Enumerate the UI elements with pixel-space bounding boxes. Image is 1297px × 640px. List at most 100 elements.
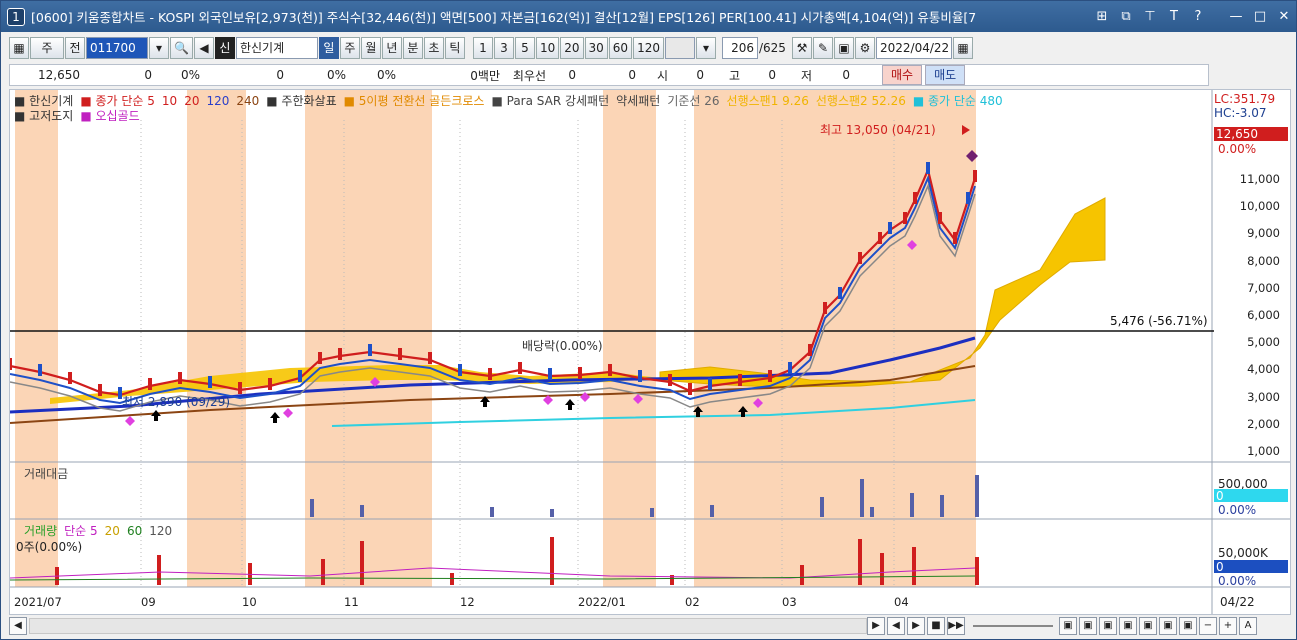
sell-button[interactable]: 매도 — [925, 65, 966, 85]
panel3-tick: 50,000K — [1218, 546, 1268, 560]
legend1-item-4[interactable]: 120 — [206, 94, 229, 108]
volume-legend-item-2[interactable]: 20 — [105, 524, 120, 538]
minimize-icon[interactable]: — — [1228, 9, 1244, 24]
candle-9 — [268, 378, 272, 390]
candle-31 — [838, 287, 842, 299]
layout-7-icon[interactable]: ▣ — [1179, 616, 1197, 635]
volume-legend-item-3[interactable]: 60 — [127, 524, 142, 538]
legend1-item-1[interactable]: ■ 종가 단순 5 — [80, 94, 155, 108]
time-tick-2: 10 — [242, 595, 257, 609]
tab-minute[interactable]: 분 — [402, 37, 423, 59]
layout-6-icon[interactable]: ▣ — [1159, 616, 1177, 635]
best-ask: 0 — [568, 68, 576, 82]
tab-second[interactable]: 초 — [423, 37, 444, 59]
chart-area[interactable]: ■ 한신기계 ■ 종가 단순 5 10 20 120 240 ■ 주한화살표 ■ 5이평 전환… — [9, 89, 1291, 615]
zoom-out-icon[interactable]: − — [1199, 616, 1217, 635]
candle-28 — [788, 362, 792, 374]
volume-rate: 0% — [326, 68, 346, 82]
settings-gear-icon[interactable]: ⚙ — [854, 37, 875, 59]
legend2-item-1[interactable]: ■ 오십골드 — [80, 109, 139, 123]
high-label: 고 — [728, 68, 740, 83]
price-tick-8: 3,000 — [1247, 389, 1280, 404]
interval-5[interactable]: 5 — [514, 37, 535, 59]
zoom-in-icon[interactable]: + — [1219, 616, 1237, 635]
volume-legend-item-1[interactable]: 단순 5 — [64, 524, 98, 538]
close-icon[interactable]: ✕ — [1276, 9, 1292, 24]
legend1-item-2[interactable]: 10 — [162, 94, 177, 108]
candle-10 — [298, 370, 302, 382]
scroll-right-icon[interactable]: ▶ — [867, 616, 885, 635]
display-count-input[interactable]: 206 — [721, 37, 758, 59]
calendar-icon[interactable]: ▦ — [952, 37, 973, 59]
legend1-item-12[interactable]: 선행스팬2 52.26 — [816, 94, 906, 108]
chart-canvas[interactable] — [10, 90, 1290, 614]
buy-button[interactable]: 매수 — [882, 65, 923, 85]
help-icon[interactable]: ? — [1190, 9, 1206, 24]
fast-forward-icon[interactable]: ▶▶ — [947, 616, 965, 635]
interval-60[interactable]: 60 — [608, 37, 633, 59]
play-icon[interactable]: ▶ — [907, 616, 925, 635]
stop-icon[interactable]: ■ — [927, 616, 945, 635]
sound-icon[interactable]: ◀ — [193, 37, 214, 59]
legend1-item-0[interactable]: ■ 한신기계 — [14, 94, 73, 108]
layout-1-icon[interactable]: ▣ — [1059, 616, 1077, 635]
font-icon[interactable]: T — [1166, 9, 1182, 24]
layout-2-icon[interactable]: ▣ — [1079, 616, 1097, 635]
legend1-item-3[interactable]: 20 — [184, 94, 199, 108]
interval-3[interactable]: 3 — [493, 37, 514, 59]
time-tick-7: 03 — [782, 595, 797, 609]
interval-1[interactable]: 1 — [472, 37, 493, 59]
draw-tool-icon[interactable]: ✎ — [812, 37, 833, 59]
legend1-item-6[interactable]: ■ 주한화살표 — [266, 94, 336, 108]
pin-icon[interactable]: ⊤ — [1142, 9, 1158, 24]
highlight-band-2 — [305, 90, 432, 587]
restore-icon[interactable]: ⧉ — [1118, 9, 1134, 24]
legend1-item-5[interactable]: 240 — [236, 94, 259, 108]
text-size-icon[interactable]: A — [1239, 616, 1257, 635]
legend1-item-10[interactable]: 기준선 26 — [667, 94, 719, 108]
search-icon[interactable]: 🔍 — [170, 37, 193, 59]
layout-4-icon[interactable]: ▣ — [1119, 616, 1137, 635]
zoom-icon[interactable]: ⚒ — [791, 37, 812, 59]
legend1-item-7[interactable]: ■ 5이평 전환선 골든크로스 — [344, 94, 485, 108]
tab-year[interactable]: 년 — [381, 37, 402, 59]
layout-icon[interactable]: ▦ — [9, 37, 29, 59]
interval-120[interactable]: 120 — [633, 37, 664, 59]
custom-interval-input[interactable] — [664, 37, 695, 59]
layout-3-icon[interactable]: ▣ — [1099, 616, 1117, 635]
period-select[interactable]: 주 — [30, 37, 64, 59]
interval-20[interactable]: 20 — [560, 37, 584, 59]
tab-tick[interactable]: 틱 — [444, 37, 465, 59]
chart-window: 1 [0600] 키움종합차트 - KOSPI 외국인보유[2,973(천)] … — [0, 0, 1297, 640]
open-label: 시 — [656, 68, 668, 83]
legend1-item-9[interactable]: 약세패턴 — [616, 94, 660, 108]
volume-legend-item-4[interactable]: 120 — [149, 524, 172, 538]
legend2-item-0[interactable]: ■ 고저도지 — [14, 109, 73, 123]
prev-button[interactable]: 전 — [65, 37, 85, 59]
tab-week[interactable]: 주 — [339, 37, 360, 59]
tab-month[interactable]: 월 — [360, 37, 381, 59]
custom-interval-dropdown-icon[interactable]: ▾ — [695, 37, 716, 59]
stock-code-input[interactable]: 011700 — [86, 37, 148, 59]
interval-10[interactable]: 10 — [535, 37, 560, 59]
legend1-item-11[interactable]: 선행스팬1 9.26 — [727, 94, 809, 108]
legend1-item-8[interactable]: ■ Para SAR 강세패턴 — [491, 94, 609, 108]
grid-icon[interactable]: ⊞ — [1094, 9, 1110, 24]
amount-bar-0 — [310, 499, 314, 517]
candle-1 — [38, 364, 42, 376]
scroll-left-icon[interactable]: ◀ — [9, 616, 27, 635]
maximize-icon[interactable]: □ — [1252, 9, 1268, 24]
legend1-item-13[interactable]: ■ 종가 단순 480 — [913, 94, 1003, 108]
price-tick-5: 6,000 — [1247, 308, 1280, 322]
horizontal-scrollbar[interactable] — [29, 617, 867, 634]
date-input[interactable]: 2022/04/22 — [875, 37, 952, 59]
tab-day[interactable]: 일 — [318, 37, 339, 59]
volume-legend-item-0[interactable]: 거래량 — [24, 524, 57, 538]
interval-30[interactable]: 30 — [584, 37, 608, 59]
speed-slider[interactable] — [973, 624, 1053, 627]
layout-5-icon[interactable]: ▣ — [1139, 616, 1157, 635]
save-icon[interactable]: ▣ — [833, 37, 854, 59]
up-arrow-1 — [270, 412, 280, 423]
code-dropdown-icon[interactable]: ▾ — [149, 37, 169, 59]
play-back-icon[interactable]: ◀ — [887, 616, 905, 635]
